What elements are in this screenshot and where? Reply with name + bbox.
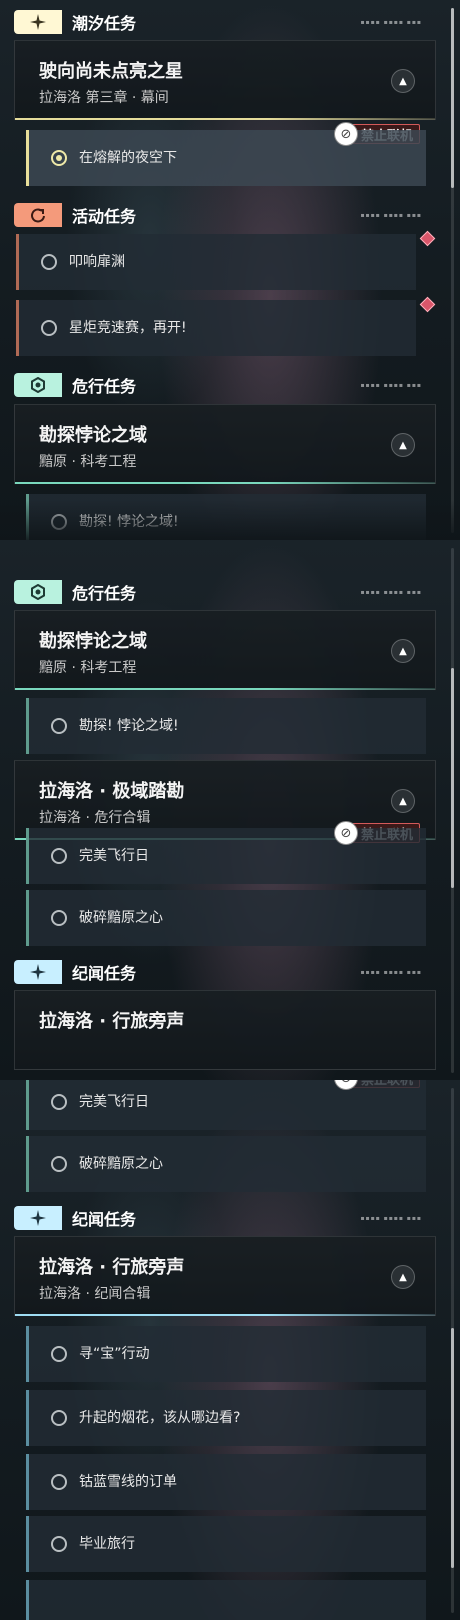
task-fireworks[interactable]: 升起的烟花，该从哪边看? (26, 1390, 426, 1446)
quest-title: 拉海洛 · 行旅旁声 (39, 1011, 185, 1032)
task-label: 钴蓝雪线的订单 (79, 1474, 177, 1490)
task-label: 在熔解的夜空下 (79, 150, 177, 166)
quest-list-screen-2: 危行任务 ▪▪▪▪ ▪▪▪▪ ▪▪▪ 勘探悖论之域 黯原 · 科考工程 ▲ 勘探… (0, 540, 460, 1080)
task-perfect-flight[interactable]: 完美飞行日 (26, 828, 426, 884)
task-perfect-flight[interactable]: 完美飞行日 (26, 1080, 426, 1130)
task-treasure[interactable]: 寻“宝”行动 (26, 1326, 426, 1382)
quest-subtitle: 拉海洛 第三章 · 幕间 (39, 90, 169, 106)
category-title: 潮汐任务 (72, 16, 137, 33)
quest-card-paradox[interactable]: 勘探悖论之域 黯原 · 科考工程 ▲ (14, 404, 436, 484)
no-coop-icon: ⊘ (334, 821, 358, 845)
category-title: 危行任务 (72, 586, 137, 603)
task-shatter[interactable]: 破碎黯原之心 (26, 1136, 426, 1192)
scroll-thumb[interactable] (451, 1328, 454, 1568)
task-radio (51, 1474, 67, 1490)
quest-subtitle: 黯原 · 科考工程 (39, 660, 137, 676)
scroll-thumb[interactable] (451, 8, 454, 188)
quest-title: 勘探悖论之域 (39, 631, 147, 652)
cycle-icon (14, 203, 62, 227)
gear-hex-icon (14, 580, 62, 604)
task-graduation[interactable]: 毕业旅行 (26, 1516, 426, 1572)
quest-card-paradox[interactable]: 勘探悖论之域 黯原 · 科考工程 ▲ (14, 610, 436, 690)
task-radio (51, 910, 67, 926)
task-label: 破碎黯原之心 (79, 910, 163, 926)
task-radio-selected (51, 150, 67, 166)
quest-subtitle: 拉海洛 · 危行合辑 (39, 810, 151, 826)
quest-list-screen-3: ⊘ 禁止联机 完美飞行日 破碎黯原之心 纪闻任务 ▪▪▪▪ ▪▪▪▪ ▪▪▪ 拉… (0, 1080, 460, 1620)
quest-title: 驶向尚未点亮之星 (39, 61, 183, 82)
task-label: 完美飞行日 (79, 848, 149, 864)
sparkle-icon (14, 10, 62, 34)
category-event-header: 活动任务 ▪▪▪▪ ▪▪▪▪ ▪▪▪ (14, 203, 436, 227)
task-radio (51, 1094, 67, 1110)
category-title: 活动任务 (72, 209, 137, 226)
scrollbar[interactable] (451, 8, 454, 533)
task-label: 星炬竞速赛，再开! (69, 320, 187, 336)
collapse-icon[interactable]: ▲ (391, 433, 415, 457)
new-marker-icon (419, 230, 436, 247)
category-peril-header: 危行任务 ▪▪▪▪ ▪▪▪▪ ▪▪▪ (14, 373, 436, 397)
task-radio (51, 1156, 67, 1172)
category-title: 纪闻任务 (72, 966, 137, 983)
task-label: 寻“宝”行动 (79, 1346, 150, 1362)
quest-card-travel-partial[interactable]: 拉海洛 · 行旅旁声 (14, 990, 436, 1070)
collapse-icon[interactable]: ▲ (391, 789, 415, 813)
category-record-header: 纪闻任务 ▪▪▪▪ ▪▪▪▪ ▪▪▪ (14, 960, 436, 984)
sparkle-icon (14, 960, 62, 984)
task-radio (51, 1346, 67, 1362)
quest-subtitle: 拉海洛 · 纪闻合辑 (39, 1286, 151, 1302)
quest-card-star[interactable]: 驶向尚未点亮之星 拉海洛 第三章 · 幕间 ▲ (14, 40, 436, 120)
task-radio (51, 1410, 67, 1426)
quest-list-screen-1: 潮汐任务 ▪▪▪▪ ▪▪▪▪ ▪▪▪ 驶向尚未点亮之星 拉海洛 第三章 · 幕间… (0, 0, 460, 540)
new-marker-icon (419, 296, 436, 313)
sparkle-icon (14, 1206, 62, 1230)
task-label: 完美飞行日 (79, 1094, 149, 1110)
task-label: 升起的烟花，该从哪边看? (79, 1410, 241, 1426)
category-record-header: 纪闻任务 ▪▪▪▪ ▪▪▪▪ ▪▪▪ (14, 1206, 436, 1230)
task-radio (41, 320, 57, 336)
task-next-partial[interactable] (26, 1580, 426, 1620)
scrollbar[interactable] (451, 1088, 454, 1613)
quest-title: 勘探悖论之域 (39, 425, 147, 446)
task-radio (41, 254, 57, 270)
collapse-icon[interactable]: ▲ (391, 69, 415, 93)
task-label: 毕业旅行 (79, 1536, 135, 1552)
task-label: 叩响扉渊 (69, 254, 125, 270)
task-torch[interactable]: 星炬竞速赛，再开! (16, 300, 416, 356)
quest-card-travel[interactable]: 拉海洛 · 行旅旁声 拉海洛 · 纪闻合辑 ▲ (14, 1236, 436, 1316)
task-radio (51, 848, 67, 864)
task-night-sky[interactable]: 在熔解的夜空下 (26, 130, 426, 186)
task-label: 勘探! 悖论之域! (79, 718, 179, 734)
quest-title: 拉海洛 · 极域踏勘 (39, 781, 185, 802)
scrollbar[interactable] (451, 548, 454, 1073)
task-shatter[interactable]: 破碎黯原之心 (26, 890, 426, 946)
task-abyss[interactable]: 叩响扉渊 (16, 234, 416, 290)
collapse-icon[interactable]: ▲ (391, 1265, 415, 1289)
collapse-icon[interactable]: ▲ (391, 639, 415, 663)
task-explore[interactable]: 勘探! 悖论之域! (26, 698, 426, 754)
scroll-thumb[interactable] (451, 668, 454, 888)
category-title: 纪闻任务 (72, 1212, 137, 1229)
gear-hex-icon (14, 373, 62, 397)
category-tide-header: 潮汐任务 ▪▪▪▪ ▪▪▪▪ ▪▪▪ (14, 10, 436, 34)
category-title: 危行任务 (72, 379, 137, 396)
no-coop-icon: ⊘ (334, 122, 358, 146)
task-label: 破碎黯原之心 (79, 1156, 163, 1172)
category-peril-header: 危行任务 ▪▪▪▪ ▪▪▪▪ ▪▪▪ (14, 580, 436, 604)
task-radio (51, 718, 67, 734)
task-radio (51, 1536, 67, 1552)
quest-subtitle: 黯原 · 科考工程 (39, 454, 137, 470)
task-cobalt[interactable]: 钴蓝雪线的订单 (26, 1454, 426, 1510)
quest-title: 拉海洛 · 行旅旁声 (39, 1257, 185, 1278)
